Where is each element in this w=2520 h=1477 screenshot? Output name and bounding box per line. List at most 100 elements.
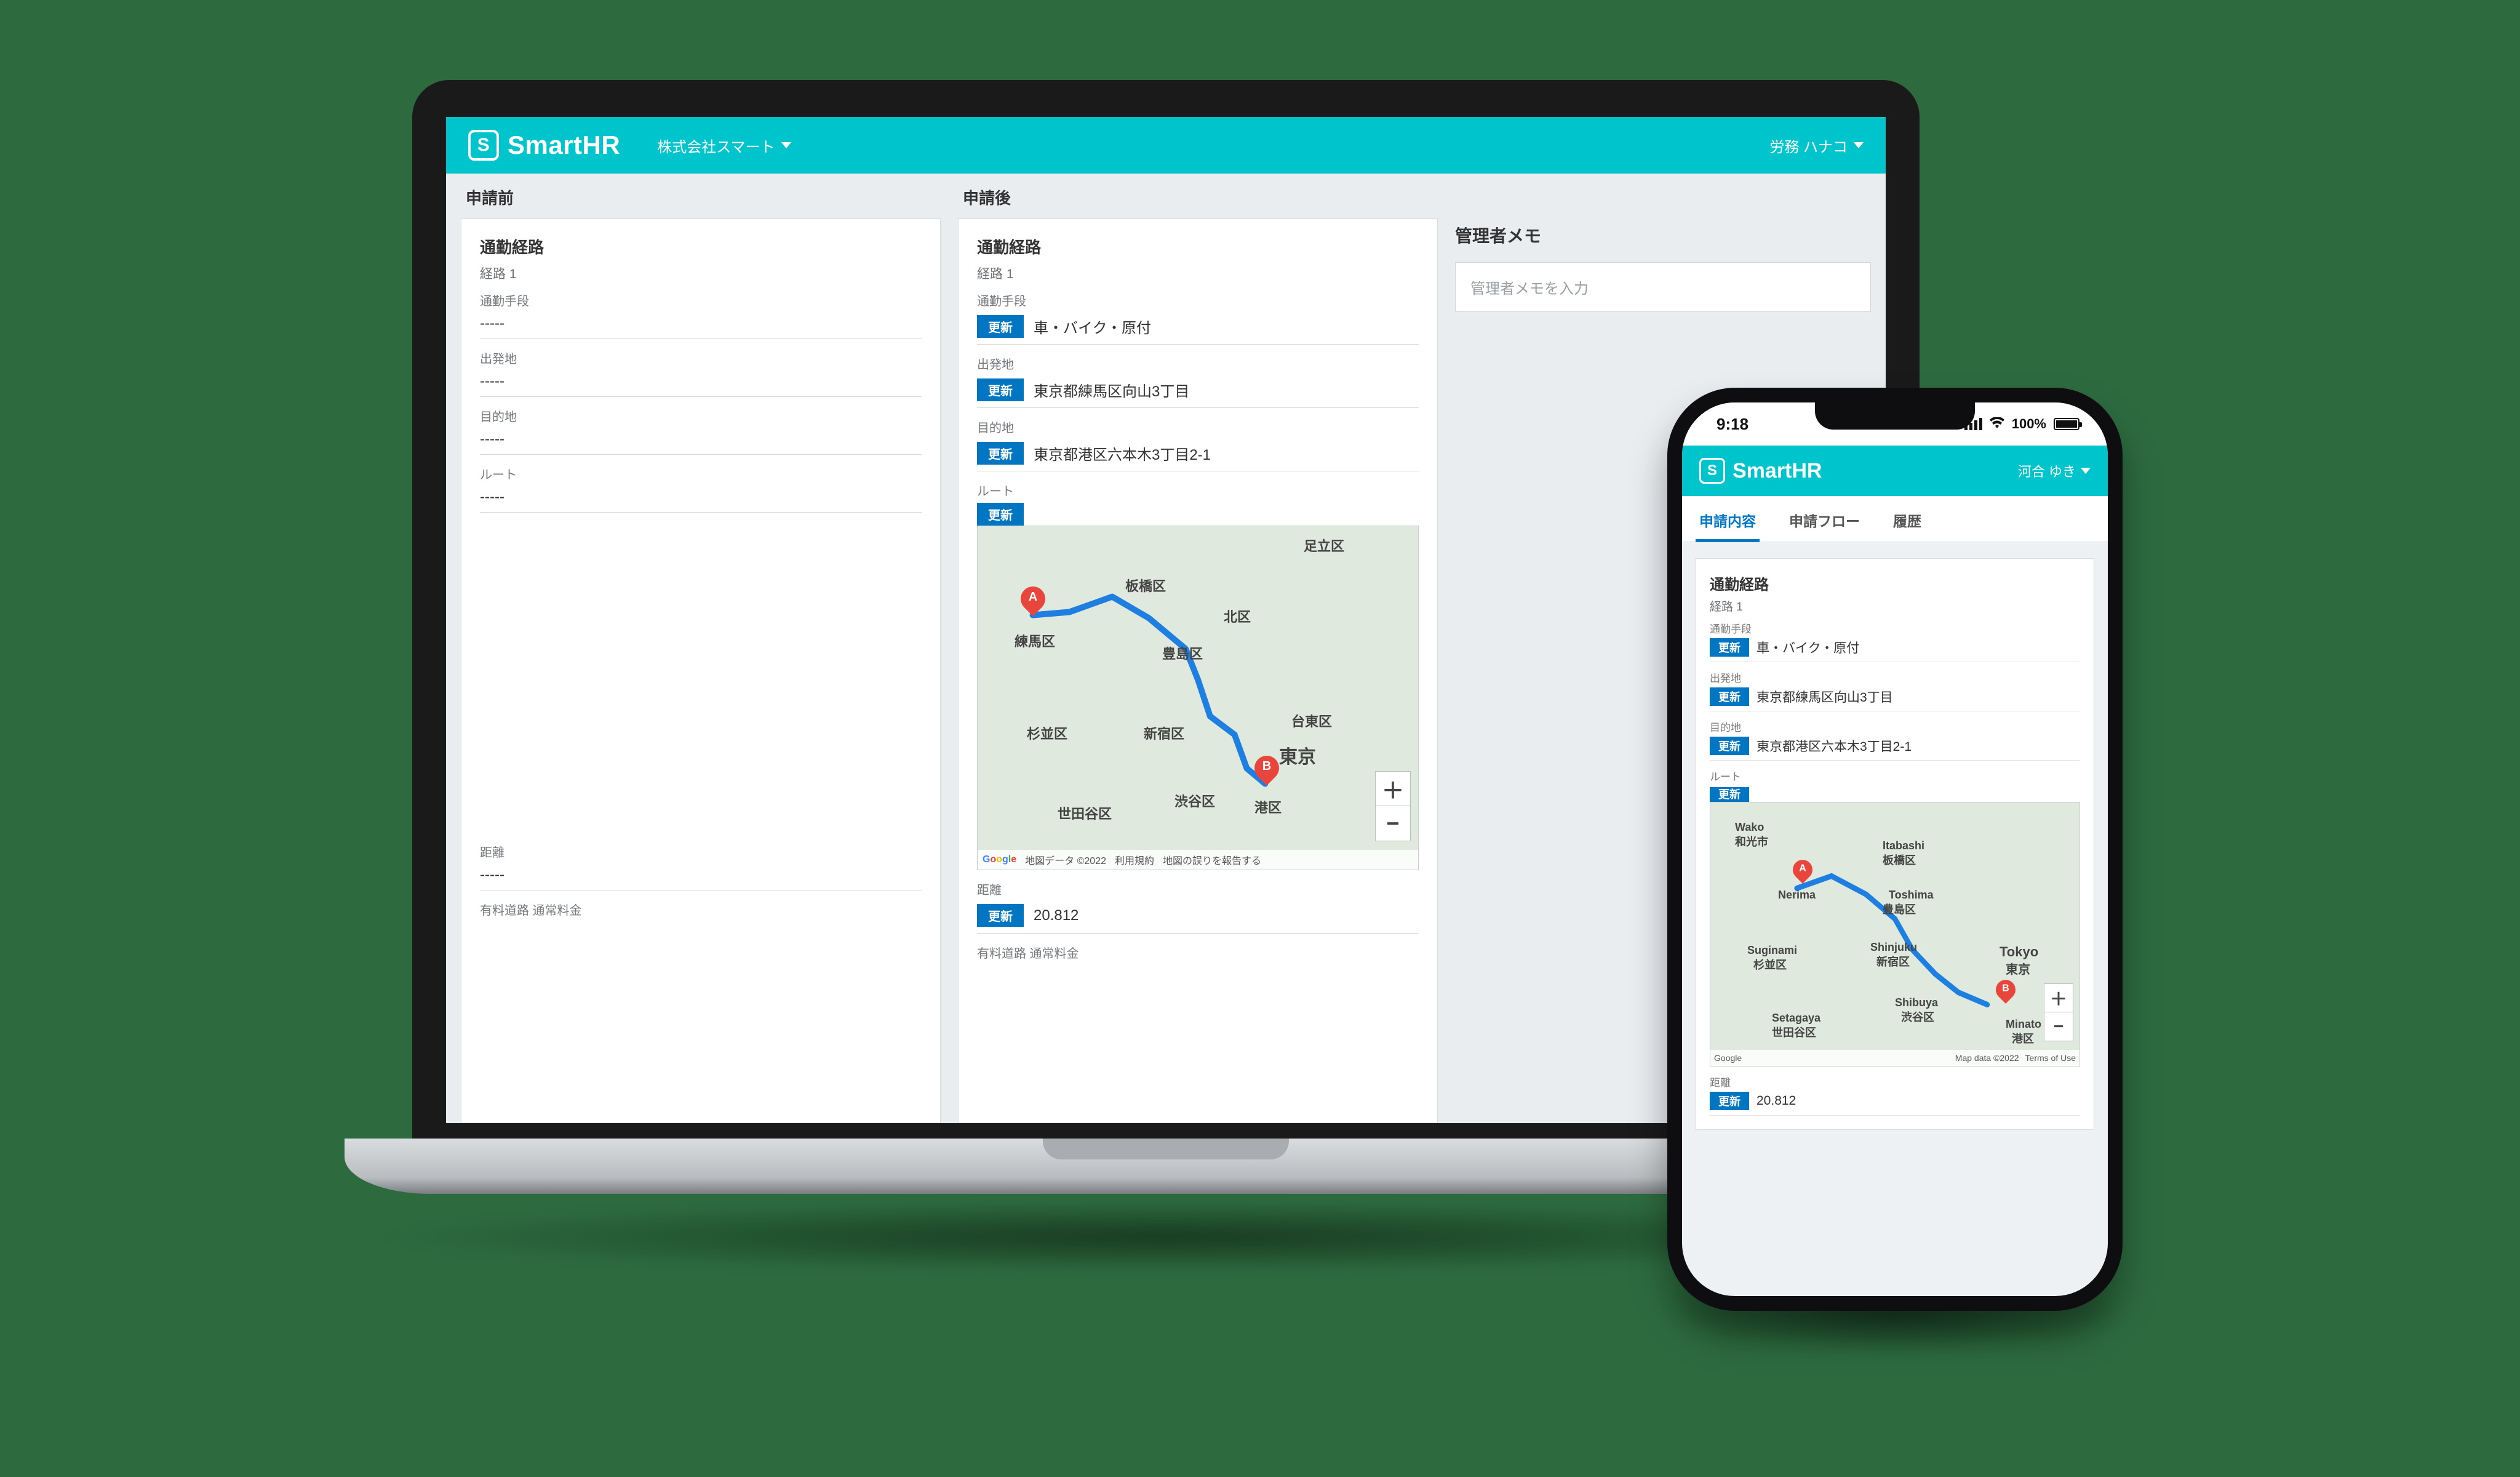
- wifi-icon: [1990, 416, 2004, 432]
- field-label: 距離: [977, 880, 1419, 898]
- map-ward-label: 和光市: [1735, 833, 1768, 849]
- map-ward-label: Toshima: [1889, 889, 1934, 902]
- brand-text: SmartHR: [1732, 459, 1822, 483]
- user-name: 河合 ゆき: [2018, 461, 2076, 481]
- section-title: 通勤経路: [977, 235, 1419, 258]
- map-report-link[interactable]: 地図の誤りを報告する: [1163, 852, 1261, 867]
- field-value: 20.812: [1034, 907, 1079, 924]
- chevron-down-icon: [2081, 468, 2091, 474]
- map-pin-b: B: [1996, 980, 2016, 1006]
- update-badge: 更新: [1710, 787, 1749, 802]
- zoom-in-button[interactable]: ＋: [2044, 984, 2073, 1012]
- map-pin-a: A: [1021, 586, 1045, 618]
- field-route: ルート -----: [480, 465, 922, 513]
- map-ward-label: Setagaya: [1772, 1012, 1820, 1025]
- field-label: 通勤手段: [977, 291, 1419, 309]
- status-right: 100%: [1964, 416, 2079, 432]
- memo-input[interactable]: 管理者メモを入力: [1455, 262, 1871, 312]
- field-label: 距離: [480, 843, 922, 860]
- google-logo-icon: Google: [983, 854, 1016, 865]
- user-dropdown[interactable]: 労務 ハナコ: [1769, 135, 1864, 156]
- tab-history[interactable]: 履歴: [1889, 496, 1925, 542]
- field-origin: 出発地 更新 東京都練馬区向山3丁目: [1710, 670, 2080, 711]
- map-ward-label: 渋谷区: [1174, 791, 1215, 811]
- brand-logo[interactable]: S SmartHR: [468, 130, 620, 161]
- field-method: 通勤手段 更新 車・バイク・原付: [1710, 620, 2080, 662]
- field-label: 目的地: [480, 407, 922, 425]
- map-ward-label: 杉並区: [1027, 723, 1067, 743]
- map-ward-label: Shinjuku: [1870, 941, 1917, 954]
- after-column: 申請後 通勤経路 経路 1 通勤手段 更新 車・バイク・原付 出発地: [958, 174, 1438, 1123]
- map-attribution: Google 地図データ ©2022 利用規約 地図の誤りを報告する: [978, 850, 1418, 870]
- map-ward-label: Tokyo: [2000, 944, 2038, 960]
- field-label: ルート: [480, 465, 922, 482]
- map-data-label: Map data ©2022: [1955, 1053, 2019, 1063]
- map-ward-label: 足立区: [1304, 535, 1344, 555]
- chevron-down-icon: [781, 142, 791, 148]
- zoom-in-button[interactable]: ＋: [1376, 772, 1410, 806]
- zoom-out-button[interactable]: −: [1376, 806, 1410, 841]
- field-value: -----: [480, 313, 922, 339]
- field-route: ルート 更新 足立区 板橋区 北区 練馬区 豊島区: [977, 481, 1419, 870]
- map-terms-link[interactable]: 利用規約: [1115, 852, 1154, 867]
- field-label: 通勤手段: [480, 291, 922, 309]
- update-badge: 更新: [1710, 737, 1749, 755]
- map-ward-label: Suginami: [1747, 944, 1797, 957]
- zoom-out-button[interactable]: −: [2044, 1012, 2073, 1041]
- field-toll: 有料道路 通常料金: [977, 943, 1419, 961]
- map-ward-label: 豊島区: [1883, 901, 1916, 917]
- field-dest: 目的地 更新 東京都港区六本木3丁目2-1: [1710, 719, 2080, 761]
- map-ward-label: 台東区: [1291, 711, 1332, 730]
- mobile-card: 通勤経路 経路 1 通勤手段 更新 車・バイク・原付 出発地 更新 東京都練馬区…: [1696, 558, 2094, 1130]
- field-origin: 出発地 更新 東京都練馬区向山3丁目: [977, 354, 1419, 408]
- company-dropdown[interactable]: 株式会社スマート: [657, 135, 791, 156]
- map-ward-label: 世田谷区: [1772, 1024, 1816, 1040]
- update-badge: 更新: [977, 378, 1024, 401]
- field-dest: 目的地 -----: [480, 407, 922, 455]
- route-map[interactable]: Wako 和光市 Itabashi 板橋区 Nerima Toshima 豊島区…: [1710, 802, 2080, 1067]
- field-origin: 出発地 -----: [480, 349, 922, 397]
- field-value: 東京都港区六本木3丁目2-1: [1034, 442, 1211, 464]
- before-column: 申請前 通勤経路 経路 1 通勤手段 ----- 出発地 -----: [461, 174, 941, 1123]
- desktop-topbar: S SmartHR 株式会社スマート 労務 ハナコ: [446, 117, 1886, 174]
- field-label: 有料道路 通常料金: [480, 900, 922, 918]
- map-pin-a: A: [1793, 860, 1812, 886]
- tab-flow[interactable]: 申請フロー: [1785, 496, 1864, 542]
- field-route: ルート 更新 Wako 和光市 Itabashi 板橋区 Nerima Tosh…: [1710, 768, 2080, 1067]
- battery-icon: [2054, 418, 2079, 430]
- route-map[interactable]: 足立区 板橋区 北区 練馬区 豊島区 杉並区 新宿区 台東区 東京 世田谷区 渋: [977, 526, 1419, 870]
- route-number: 経路 1: [977, 264, 1419, 282]
- field-value: 車・バイク・原付: [1034, 316, 1151, 337]
- update-badge: 更新: [977, 503, 1024, 526]
- user-dropdown[interactable]: 河合 ゆき: [2018, 461, 2091, 481]
- map-ward-label: Nerima: [1778, 889, 1816, 902]
- map-ward-label: Shibuya: [1895, 996, 1938, 1009]
- map-ward-label: Itabashi: [1883, 839, 1924, 852]
- map-terms-link[interactable]: Terms of Use: [2025, 1053, 2076, 1063]
- field-value: -----: [480, 486, 922, 513]
- field-value-row: 更新 東京都練馬区向山3丁目: [977, 376, 1419, 408]
- map-ward-label: 東京: [1279, 742, 1316, 769]
- update-badge: 更新: [977, 315, 1024, 338]
- update-badge: 更新: [1710, 1092, 1749, 1110]
- map-zoom-controls: ＋ −: [2044, 983, 2073, 1041]
- field-label: 出発地: [977, 354, 1419, 372]
- field-distance: 距離 -----: [480, 843, 922, 891]
- field-value: -----: [480, 370, 922, 397]
- map-ward-label: 新宿区: [1144, 723, 1184, 743]
- map-ward-label: 板橋区: [1883, 852, 1916, 868]
- map-ward-label: Wako: [1735, 821, 1764, 834]
- before-title: 申請前: [461, 174, 941, 218]
- field-value-row: 更新 東京都港区六本木3丁目2-1: [977, 439, 1419, 471]
- map-pin-b: B: [1254, 756, 1279, 788]
- tab-content[interactable]: 申請内容: [1696, 496, 1760, 542]
- map-zoom-controls: ＋ −: [1375, 771, 1411, 841]
- map-attribution: Google Map data ©2022 Terms of Use: [1710, 1050, 2079, 1066]
- section-title: 通勤経路: [480, 235, 922, 258]
- field-value: -----: [480, 428, 922, 455]
- status-time: 9:18: [1717, 415, 1748, 434]
- brand-text: SmartHR: [508, 130, 620, 160]
- map-ward-label: 板橋区: [1125, 575, 1166, 595]
- field-value: 20.812: [1756, 1094, 1796, 1108]
- field-label: 距離: [1710, 1074, 2080, 1089]
